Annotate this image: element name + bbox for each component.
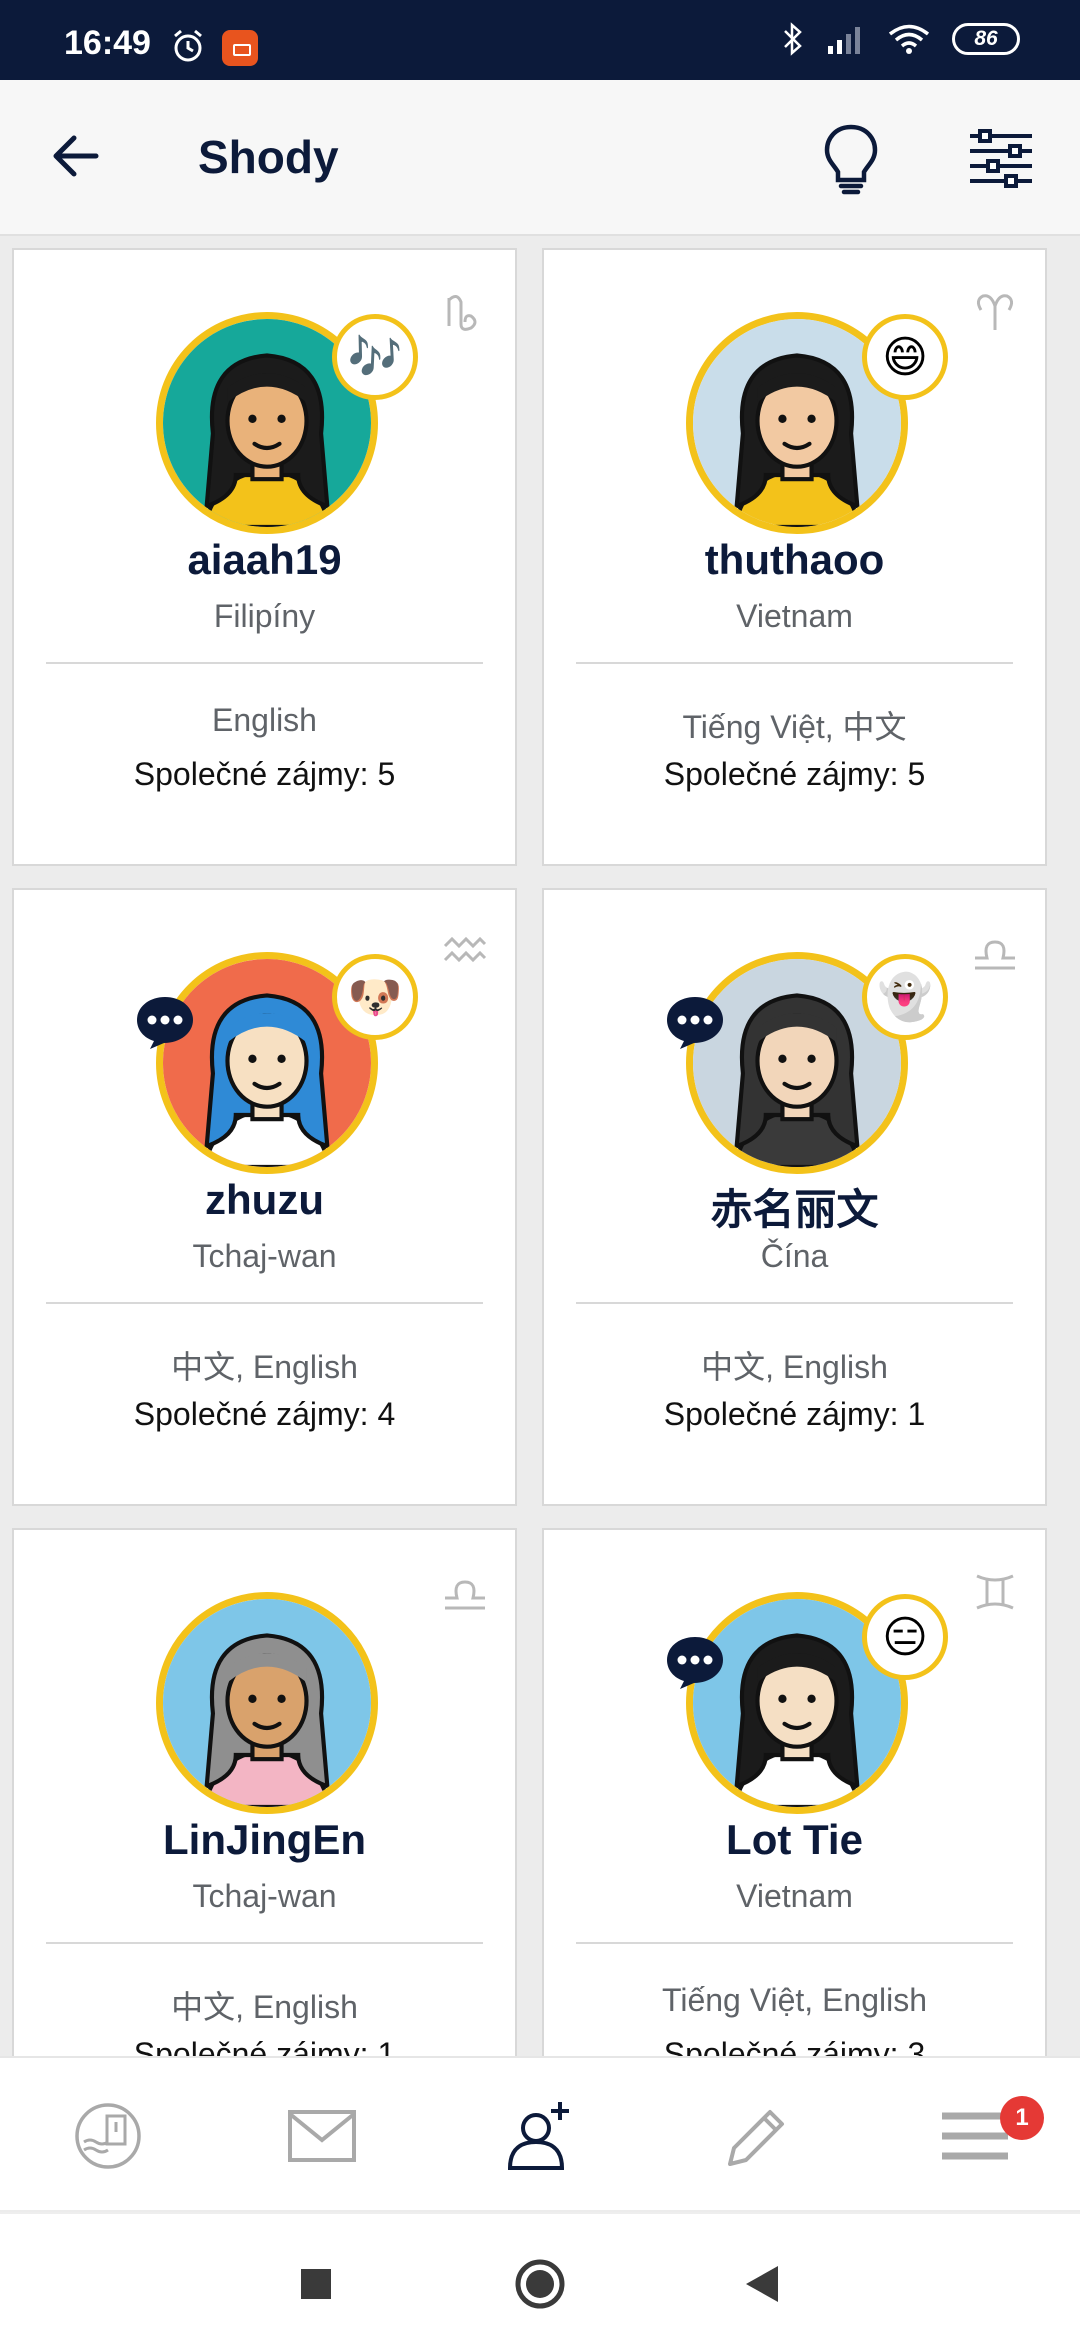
avatar-container: 🐶 — [137, 952, 418, 1174]
username: LinJingEn — [163, 1816, 366, 1863]
country: Tchaj-wan — [192, 1878, 337, 1914]
chat-bubble-icon[interactable] — [664, 1634, 726, 1690]
avatar-container: 😄 — [686, 312, 948, 534]
system-nav-bar — [0, 2212, 1080, 2340]
languages: 中文, English — [701, 1349, 888, 1385]
recent-apps-icon[interactable] — [286, 2254, 346, 2314]
mood-emoji-badge: 🐶 — [332, 954, 418, 1040]
filter-settings-icon[interactable] — [966, 126, 1036, 190]
add-user-icon[interactable] — [502, 2098, 578, 2174]
status-bar: 16:49 86 — [0, 0, 1080, 80]
match-card[interactable]: 🐶 zhuzu Tchaj-wan 中文, English Společné zájmy… — [12, 888, 517, 1506]
languages: English — [212, 702, 317, 738]
alarm-icon — [174, 29, 202, 62]
mood-emoji-badge: 🎶 — [332, 314, 418, 400]
languages: Tiếng Việt, 中文 — [682, 709, 907, 745]
system-back-icon[interactable] — [732, 2254, 792, 2314]
common-interests: Společné zájmy: 4 — [133, 1396, 396, 1432]
aries-icon — [976, 294, 1014, 330]
languages: 中文, English — [171, 1989, 358, 2025]
aquarius-icon — [443, 936, 487, 963]
country: Vietnam — [736, 1878, 853, 1914]
mail-icon[interactable] — [284, 2098, 360, 2174]
divider — [576, 662, 1013, 664]
divider — [576, 1942, 1013, 1944]
common-interests: Společné zájmy: 1 — [663, 1396, 926, 1432]
avatar-container — [156, 1592, 378, 1814]
match-card[interactable]: 😄 thuthaoo Vietnam Tiếng Việt, 中文 Společné z… — [542, 248, 1047, 866]
mood-emoji-badge: 😑 — [862, 1594, 948, 1680]
avatar-container: 🎶 — [156, 312, 418, 534]
username: aiaah19 — [187, 536, 342, 583]
match-card[interactable]: 😑 Lot Tie Vietnam Tiếng Việt, English Společ… — [542, 1528, 1047, 2146]
pencil-icon[interactable] — [718, 2098, 794, 2174]
match-card[interactable]: 🎶 aiaah19 Filipíny English Společné zájmy: 5 — [12, 248, 517, 866]
common-interests: Společné zájmy: 5 — [663, 756, 926, 792]
page-title: Shody — [198, 131, 339, 183]
username: 赤名丽文 — [710, 1186, 879, 1233]
divider — [46, 1302, 483, 1304]
username: Lot Tie — [726, 1816, 863, 1863]
mood-emoji-badge: 👻 — [862, 954, 948, 1040]
languages: 中文, English — [171, 1349, 358, 1385]
signal-icon — [828, 27, 860, 54]
back-arrow-icon[interactable] — [46, 124, 110, 188]
divider — [46, 662, 483, 664]
bottom-nav — [0, 2056, 1080, 2210]
avatar[interactable] — [156, 1592, 378, 1814]
chat-bubble-icon[interactable] — [134, 994, 196, 1050]
common-interests: Společné zájmy: 5 — [133, 756, 396, 792]
languages: Tiếng Việt, English — [661, 1982, 928, 2018]
avatar-container: 😑 — [667, 1592, 948, 1814]
chat-bubble-icon[interactable] — [664, 994, 726, 1050]
battery-indicator: 86 — [952, 23, 1020, 55]
lightbulb-icon[interactable] — [818, 122, 884, 196]
mood-emoji-badge: 😄 — [862, 314, 948, 400]
bluetooth-icon — [784, 22, 802, 56]
gemini-icon — [976, 1574, 1014, 1610]
divider — [576, 1302, 1013, 1304]
divider — [46, 1942, 483, 1944]
notification-badge: 1 — [1000, 2096, 1044, 2140]
match-card[interactable]: 👻 赤名丽文 Čína 中文, English Společné zájmy: 1 — [542, 888, 1047, 1506]
username: thuthaoo — [704, 536, 885, 583]
home-icon[interactable] — [510, 2254, 570, 2314]
app-bar: Shody — [0, 80, 1080, 236]
feed-icon[interactable] — [70, 2098, 146, 2174]
capricorn-icon — [447, 295, 477, 331]
avatar-container: 👻 — [667, 952, 948, 1174]
app-notification-icon — [222, 30, 258, 66]
status-time: 16:49 — [64, 24, 151, 62]
match-card[interactable]: LinJingEn Tchaj-wan 中文, English Společné zá… — [12, 1528, 517, 2146]
wifi-icon — [888, 24, 930, 54]
username: zhuzu — [205, 1176, 324, 1223]
country: Vietnam — [736, 598, 853, 634]
libra-icon — [975, 940, 1015, 970]
libra-icon — [445, 1580, 485, 1610]
country: Tchaj-wan — [192, 1238, 337, 1274]
country: Filipíny — [213, 598, 316, 634]
country: Čína — [760, 1238, 829, 1274]
